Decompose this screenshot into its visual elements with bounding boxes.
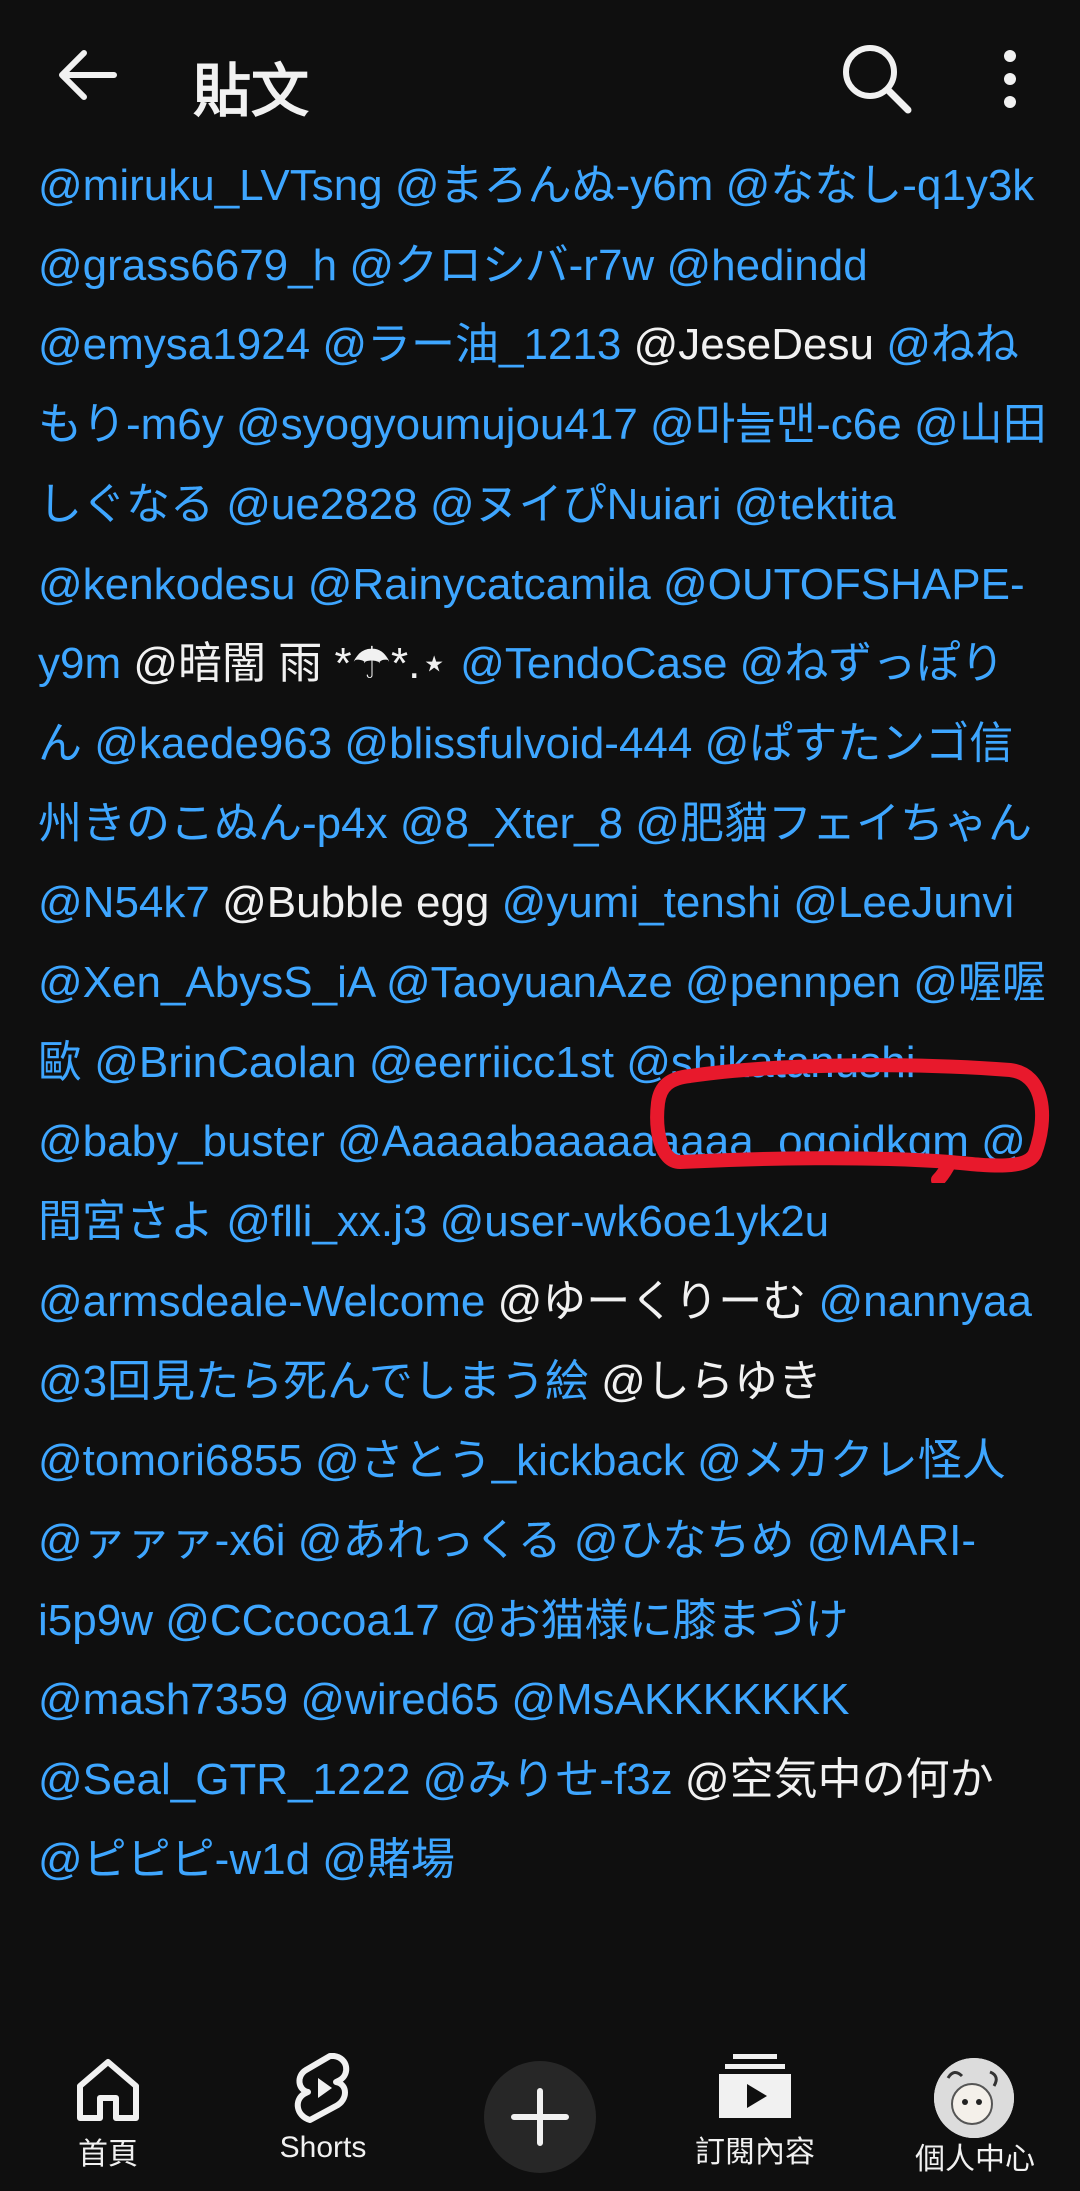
mention-link[interactable]: @TendoCase xyxy=(460,639,740,688)
mention-link[interactable]: @blissfulvoid-444 xyxy=(344,719,704,768)
search-icon[interactable] xyxy=(836,38,914,116)
avatar-image xyxy=(934,2058,1014,2138)
mention-link[interactable]: @Xen_AbysS_iA xyxy=(38,958,386,1007)
nav-profile[interactable]: 個人中心 xyxy=(900,2134,1050,2178)
mention-link[interactable]: @ラー油_1213 xyxy=(322,320,633,369)
mention-text: @暗闇 雨 *☂︎*.⋆ xyxy=(133,639,461,689)
mention-link[interactable]: @Rainycatcamila xyxy=(308,560,663,609)
mention-link[interactable]: @MsAKKKKKKK xyxy=(511,1675,849,1724)
mention-link[interactable]: @grass6679_h xyxy=(38,241,349,290)
plus-icon xyxy=(511,2088,569,2146)
mention-link[interactable]: @クロシバ-r7w xyxy=(349,241,666,290)
mention-link[interactable]: @armsdeale-Welcome xyxy=(38,1277,498,1326)
mention-link[interactable]: @miruku_LVTsng xyxy=(38,161,395,210)
mention-link[interactable]: @みりせ-f3z xyxy=(423,1755,685,1804)
mention-link[interactable]: @賭場 xyxy=(322,1835,455,1884)
mention-link[interactable]: @お猫様に膝まづけ xyxy=(452,1596,849,1645)
mention-link[interactable]: @Seal_GTR_1222 xyxy=(38,1755,423,1804)
mention-link[interactable]: @mash7359 xyxy=(38,1675,300,1724)
nav-subscriptions[interactable]: 訂閱內容 xyxy=(690,2036,820,2171)
mention-link[interactable]: @baby_buster xyxy=(38,1117,337,1166)
mention-link[interactable]: @마늘맨-c6e xyxy=(650,400,914,449)
mention-link[interactable]: @ひなちめ xyxy=(574,1516,807,1565)
subscriptions-icon xyxy=(719,2054,791,2118)
mention-link[interactable]: @tomori6855 xyxy=(38,1436,315,1485)
mention-link[interactable]: @ななし-q1y3k xyxy=(726,161,1035,210)
nav-profile-label: 個人中心 xyxy=(915,2143,1035,2176)
mention-link[interactable]: @tektita xyxy=(734,480,896,529)
mention-link[interactable]: @emysa1924 xyxy=(38,320,322,369)
mention-link[interactable]: @flli_xx.j3 xyxy=(226,1197,439,1246)
mention-link[interactable]: @pennpen xyxy=(685,958,913,1007)
shorts-icon xyxy=(294,2053,350,2123)
more-options-icon[interactable] xyxy=(990,44,1030,114)
mention-link[interactable]: @user-wk6oe1yk2u xyxy=(440,1197,830,1246)
mention-link[interactable]: @ァァァ-x6i xyxy=(38,1516,298,1565)
mention-link[interactable]: @nannyaa xyxy=(818,1277,1032,1326)
nav-home[interactable]: 首頁 xyxy=(58,2036,158,2173)
back-arrow-icon[interactable] xyxy=(52,40,122,110)
mention-text: @Bubble egg xyxy=(222,878,502,928)
mention-text: @しらゆき xyxy=(601,1356,822,1406)
mention-link[interactable]: @8_Xter_8 xyxy=(400,799,635,848)
mention-link[interactable]: @3回見たら死んでしまう絵 xyxy=(38,1357,601,1406)
mention-link[interactable]: @ue2828 xyxy=(226,480,430,529)
mention-text: @ゆーくりーむ xyxy=(497,1276,819,1326)
mention-link[interactable]: @eerriicc1st xyxy=(369,1038,626,1087)
mention-link[interactable]: @syogyoumujou417 xyxy=(236,400,650,449)
mention-link[interactable]: @ピピピ-w1d xyxy=(38,1835,322,1884)
nav-shorts-label: Shorts xyxy=(279,2131,367,2164)
mention-link[interactable]: @ヌイぴNuiari xyxy=(430,480,734,529)
page-title: 貼文 xyxy=(193,59,310,124)
nav-shorts[interactable]: Shorts xyxy=(268,2036,378,2165)
mention-link[interactable]: @あれっくる xyxy=(298,1516,574,1565)
top-app-bar: 貼文 xyxy=(0,0,1080,156)
red-highlight-circle xyxy=(650,1058,1050,1183)
mention-link[interactable]: @BrinCaolan xyxy=(94,1038,369,1087)
mention-link[interactable]: @yumi_tenshi xyxy=(502,878,794,927)
mention-link[interactable]: @CCcocoa17 xyxy=(165,1596,452,1645)
mention-link[interactable]: @kaede963 xyxy=(94,719,344,768)
home-icon xyxy=(77,2059,139,2121)
mention-link[interactable]: @hedindd xyxy=(666,241,867,290)
mention-link[interactable]: @LeeJunvi xyxy=(793,878,1014,927)
mention-text: @空気中の何か xyxy=(684,1755,994,1805)
avatar[interactable] xyxy=(934,2058,1014,2138)
mention-link[interactable]: @さとう_kickback xyxy=(315,1436,697,1485)
mention-link[interactable]: @肥貓フェイちゃん xyxy=(635,799,1032,848)
mention-link[interactable]: @kenkodesu xyxy=(38,560,308,609)
nav-home-label: 首頁 xyxy=(78,2138,138,2171)
bottom-navigation: 首頁 Shorts 訂閱內容 個人中心 xyxy=(0,2036,1080,2191)
mention-link[interactable]: @N54k7 xyxy=(38,878,222,927)
nav-subscriptions-label: 訂閱內容 xyxy=(695,2136,815,2169)
mention-text: @JeseDesu xyxy=(633,320,887,370)
mention-link[interactable]: @TaoyuanAze xyxy=(386,958,685,1007)
mention-link[interactable]: @wired65 xyxy=(300,1675,511,1724)
mention-link[interactable]: @メカクレ怪人 xyxy=(697,1436,1006,1485)
mention-link[interactable]: @まろんぬ-y6m xyxy=(395,161,726,210)
create-button[interactable] xyxy=(484,2061,596,2173)
